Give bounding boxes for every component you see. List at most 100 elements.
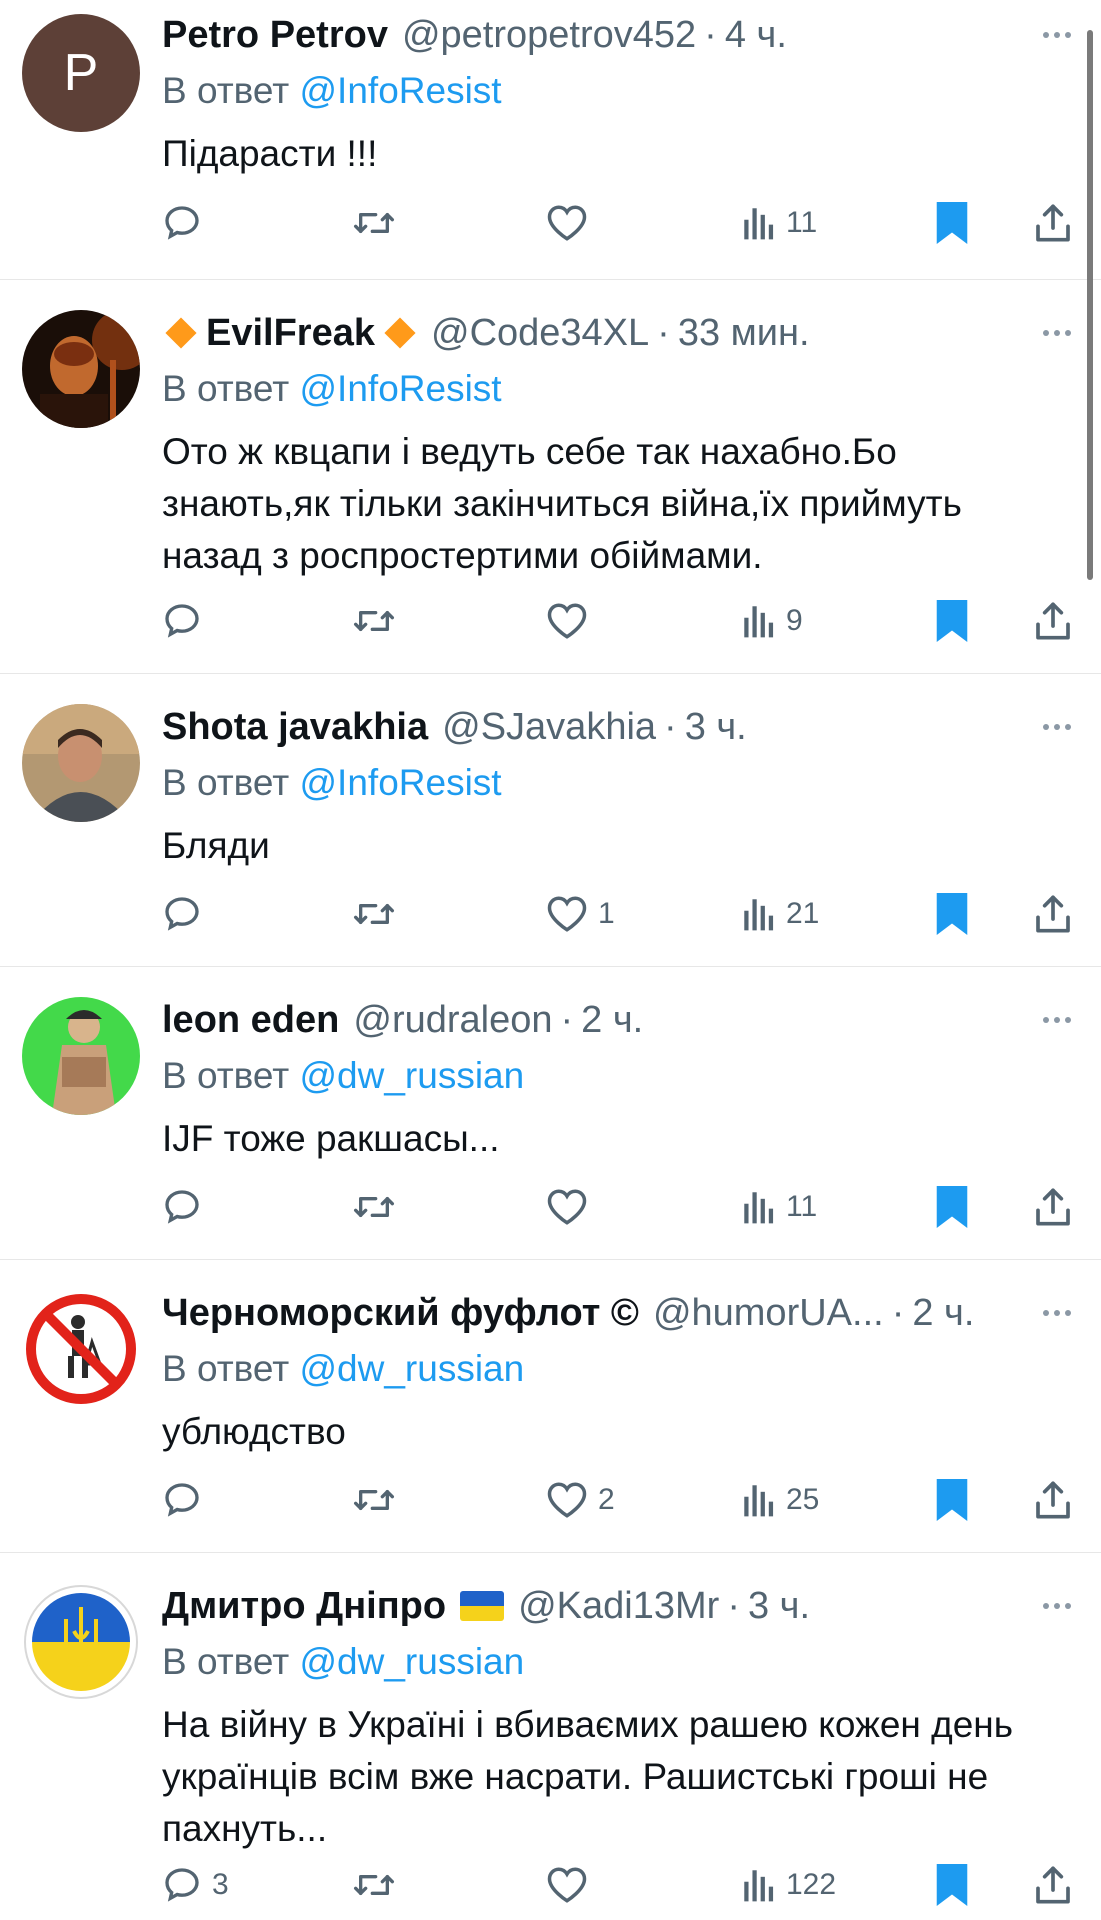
- bookmark-button[interactable]: [936, 889, 968, 939]
- tweet-text: На війну в Україні і вбиваємих рашею кож…: [162, 1704, 1013, 1849]
- avatar[interactable]: [22, 704, 140, 822]
- author-handle[interactable]: @rudraleon: [353, 997, 552, 1043]
- more-options-icon[interactable]: [1043, 1583, 1071, 1629]
- action-bar: 2 25: [0, 1475, 1101, 1525]
- author-handle[interactable]: @Kadi13Mr: [518, 1583, 719, 1629]
- like-button[interactable]: 1: [546, 889, 615, 939]
- reply-button[interactable]: [162, 1475, 212, 1525]
- like-button[interactable]: [546, 198, 598, 248]
- like-button[interactable]: [546, 1182, 598, 1232]
- views-button[interactable]: 9: [742, 596, 803, 646]
- author-name[interactable]: EvilFreak: [206, 310, 375, 356]
- author-handle[interactable]: @humorUA...: [653, 1290, 884, 1336]
- reply-button[interactable]: [162, 198, 212, 248]
- tweet-text: IJF тоже ракшасы...: [162, 1118, 500, 1159]
- action-bar: 9: [0, 596, 1101, 646]
- views-button[interactable]: 122: [742, 1860, 836, 1910]
- tweet[interactable]: Дмитро Дніпро @Kadi13Mr · 3 ч. В ответ @…: [0, 1553, 1101, 1920]
- share-button[interactable]: [1034, 1475, 1072, 1525]
- avatar[interactable]: [22, 997, 140, 1115]
- author-name[interactable]: Petro Petrov: [162, 12, 388, 58]
- author-handle[interactable]: @Code34XL: [431, 310, 649, 356]
- more-options-icon[interactable]: [1043, 12, 1071, 58]
- more-options-icon[interactable]: [1043, 704, 1071, 750]
- more-options-icon[interactable]: [1043, 310, 1071, 356]
- like-button[interactable]: [546, 1860, 598, 1910]
- tweet-time[interactable]: 3 ч.: [685, 704, 747, 750]
- tweet[interactable]: P Petro Petrov @petropetrov452 · 4 ч. В …: [0, 0, 1101, 280]
- author-name[interactable]: Черноморский фуфлот ©: [162, 1290, 639, 1336]
- reply-button[interactable]: [162, 596, 212, 646]
- retweet-button[interactable]: [352, 1860, 396, 1910]
- bookmark-icon: [936, 202, 968, 244]
- author-handle[interactable]: @petropetrov452: [402, 12, 696, 58]
- reply-mention[interactable]: @InfoResist: [300, 762, 502, 803]
- avatar[interactable]: [22, 1290, 140, 1408]
- retweet-button[interactable]: [352, 889, 396, 939]
- more-options-icon[interactable]: [1043, 1290, 1071, 1336]
- share-button[interactable]: [1034, 889, 1072, 939]
- tweet-time[interactable]: 2 ч.: [912, 1290, 974, 1336]
- share-button[interactable]: [1034, 1182, 1072, 1232]
- views-button[interactable]: 11: [742, 1182, 817, 1232]
- tweet-time[interactable]: 2 ч.: [581, 997, 643, 1043]
- bookmark-button[interactable]: [936, 1475, 968, 1525]
- retweet-icon: [353, 1875, 394, 1895]
- share-icon: [1036, 1481, 1070, 1519]
- avatar[interactable]: [22, 1583, 140, 1701]
- avatar[interactable]: P: [22, 14, 140, 132]
- tweet-time[interactable]: 4 ч.: [725, 12, 787, 58]
- like-button[interactable]: 2: [546, 1475, 615, 1525]
- views-icon: [744, 606, 774, 638]
- tweet-time[interactable]: 3 ч.: [748, 1583, 810, 1629]
- like-button[interactable]: [546, 596, 598, 646]
- views-button[interactable]: 11: [742, 198, 817, 248]
- reply-mention[interactable]: @InfoResist: [300, 368, 502, 409]
- reply-mention[interactable]: @dw_russian: [300, 1641, 525, 1682]
- share-icon: [1036, 204, 1070, 242]
- bookmark-button[interactable]: [936, 596, 968, 646]
- reply-button[interactable]: 3: [162, 1860, 229, 1910]
- view-count: 9: [786, 604, 803, 637]
- retweet-button[interactable]: [352, 198, 396, 248]
- tweet[interactable]: Shota javakhia @SJavakhia · 3 ч. В ответ…: [0, 674, 1101, 967]
- reply-mention[interactable]: @dw_russian: [300, 1348, 525, 1389]
- author-name[interactable]: Дмитро Дніпро: [162, 1583, 446, 1629]
- tweet-text: ублюдство: [162, 1411, 346, 1452]
- author-name[interactable]: leon eden: [162, 997, 339, 1043]
- reply-mention[interactable]: @InfoResist: [300, 70, 502, 111]
- reply-label: В ответ: [162, 1641, 290, 1682]
- bookmark-button[interactable]: [936, 1182, 968, 1232]
- reply-button[interactable]: [162, 889, 212, 939]
- orange-diamond-icon: [384, 317, 416, 349]
- reply-label: В ответ: [162, 368, 290, 409]
- views-button[interactable]: 25: [742, 1475, 819, 1525]
- share-button[interactable]: [1034, 596, 1072, 646]
- author-name[interactable]: Shota javakhia: [162, 704, 428, 750]
- more-options-icon[interactable]: [1043, 997, 1071, 1043]
- scrollbar[interactable]: [1087, 30, 1093, 580]
- retweet-button[interactable]: [352, 1182, 396, 1232]
- tweet[interactable]: EvilFreak @Code34XL · 33 мин. В ответ @I…: [0, 280, 1101, 674]
- tweet[interactable]: leon eden @rudraleon · 2 ч. В ответ @dw_…: [0, 967, 1101, 1260]
- reply-mention[interactable]: @dw_russian: [300, 1055, 525, 1096]
- bookmark-button[interactable]: [936, 1860, 968, 1910]
- tweet[interactable]: Черноморский фуфлот © @humorUA... · 2 ч.…: [0, 1260, 1101, 1553]
- reply-icon: [165, 1868, 199, 1902]
- reply-icon: [165, 206, 199, 240]
- share-button[interactable]: [1034, 1860, 1072, 1910]
- retweet-button[interactable]: [352, 1475, 396, 1525]
- tweet-header: Черноморский фуфлот © @humorUA... · 2 ч.: [162, 1290, 1071, 1336]
- avatar[interactable]: [22, 310, 140, 428]
- retweet-icon: [353, 1490, 394, 1510]
- bookmark-button[interactable]: [936, 198, 968, 248]
- tweet-time[interactable]: 33 мин.: [678, 310, 810, 356]
- tweet-header: Shota javakhia @SJavakhia · 3 ч.: [162, 704, 1071, 750]
- author-handle[interactable]: @SJavakhia: [442, 704, 656, 750]
- reply-button[interactable]: [162, 1182, 212, 1232]
- ukraine-flag-icon: [460, 1591, 505, 1621]
- retweet-button[interactable]: [352, 596, 396, 646]
- bookmark-icon: [936, 1864, 968, 1906]
- share-button[interactable]: [1034, 198, 1072, 248]
- views-button[interactable]: 21: [742, 889, 819, 939]
